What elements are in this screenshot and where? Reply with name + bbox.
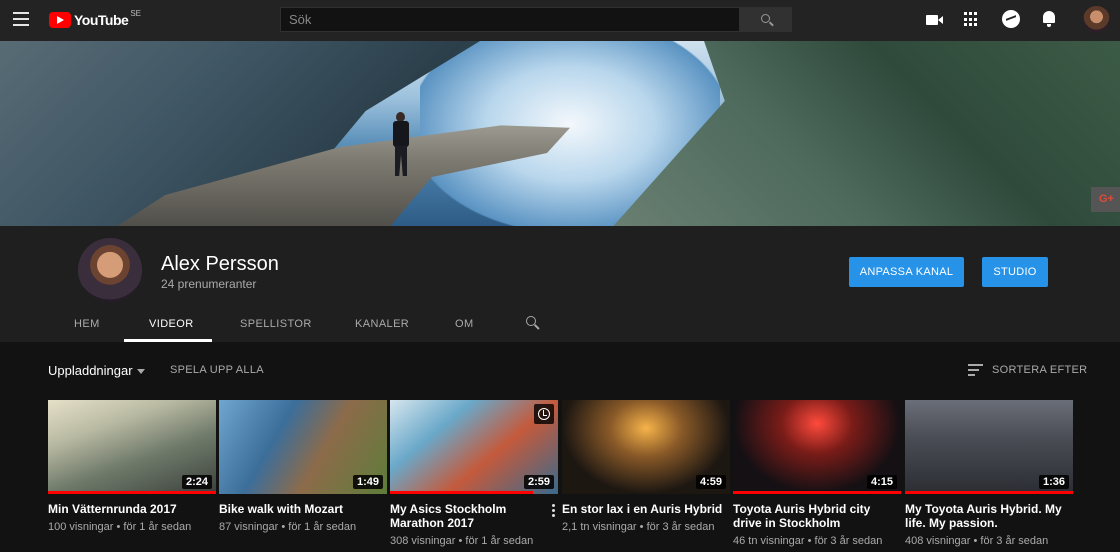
notifications-icon[interactable] xyxy=(1042,11,1056,27)
channel-search-icon[interactable] xyxy=(526,316,540,330)
logo-country: SE xyxy=(130,8,141,18)
video-meta: 308 visningar • för 1 år sedan xyxy=(390,535,534,547)
video-title[interactable]: Bike walk with Mozart xyxy=(219,502,387,516)
video-duration: 1:49 xyxy=(352,475,383,489)
search-input[interactable]: Sök xyxy=(280,7,740,32)
channel-avatar xyxy=(78,238,142,302)
tab-about[interactable]: OM xyxy=(455,318,474,330)
video-card[interactable]: 1:49 Bike walk with Mozart 87 visningar … xyxy=(219,400,387,533)
search-button[interactable] xyxy=(740,7,792,32)
messages-icon[interactable] xyxy=(1002,10,1020,28)
tab-playlists[interactable]: SPELLISTOR xyxy=(240,318,312,330)
watch-progress xyxy=(733,491,901,494)
video-title[interactable]: Min Vätternrunda 2017 xyxy=(48,502,216,516)
channel-header: Alex Persson 24 prenumeranter ANPASSA KA… xyxy=(0,226,1120,342)
video-card[interactable]: 2:59 My Asics Stockholm Marathon 2017 30… xyxy=(390,400,558,547)
watch-progress xyxy=(905,491,1073,494)
video-duration: 2:24 xyxy=(181,475,212,489)
chevron-down-icon[interactable] xyxy=(137,369,145,374)
studio-button[interactable]: STUDIO xyxy=(982,257,1048,287)
uploads-dropdown[interactable]: Uppladdningar xyxy=(48,363,133,378)
video-card[interactable]: 1:36 My Toyota Auris Hybrid. My life. My… xyxy=(905,400,1073,547)
video-thumbnail[interactable]: 4:59 xyxy=(562,400,730,494)
video-title[interactable]: My Toyota Auris Hybrid. My life. My pass… xyxy=(905,502,1073,530)
video-title[interactable]: Toyota Auris Hybrid city drive in Stockh… xyxy=(733,502,901,530)
video-duration: 4:15 xyxy=(866,475,897,489)
videos-section: Uppladdningar SPELA UPP ALLA SORTERA EFT… xyxy=(0,342,1120,552)
account-avatar[interactable] xyxy=(1083,6,1110,33)
menu-icon[interactable] xyxy=(13,12,29,26)
video-title[interactable]: My Asics Stockholm Marathon 2017 xyxy=(390,502,558,530)
video-card[interactable]: 4:59 En stor lax i en Auris Hybrid 2,1 t… xyxy=(562,400,730,533)
video-meta: 2,1 tn visningar • för 3 år sedan xyxy=(562,521,715,533)
youtube-logo[interactable]: YouTube SE xyxy=(49,8,141,29)
channel-name: Alex Persson xyxy=(161,253,279,275)
channel-banner xyxy=(0,41,1120,226)
apps-icon[interactable] xyxy=(964,12,979,27)
video-meta: 87 visningar • för 1 år sedan xyxy=(219,521,357,533)
video-duration: 1:36 xyxy=(1038,475,1069,489)
logo-text: YouTube xyxy=(74,12,129,28)
video-duration: 2:59 xyxy=(523,475,554,489)
video-meta: 100 visningar • för 1 år sedan xyxy=(48,521,192,533)
video-duration: 4:59 xyxy=(695,475,726,489)
subscriber-count: 24 prenumeranter xyxy=(161,277,257,291)
video-meta: 408 visningar • för 3 år sedan xyxy=(905,535,1049,547)
create-video-icon[interactable] xyxy=(925,10,945,30)
more-actions-icon[interactable] xyxy=(552,504,556,517)
tab-channels[interactable]: KANALER xyxy=(355,318,409,330)
google-plus-icon[interactable]: G+ xyxy=(1091,187,1120,212)
sort-button[interactable]: SORTERA EFTER xyxy=(992,364,1087,376)
watch-progress xyxy=(390,491,533,494)
video-thumbnail[interactable]: 1:49 xyxy=(219,400,387,494)
sort-icon[interactable] xyxy=(968,364,983,376)
banner-person xyxy=(390,112,412,182)
video-card[interactable]: 4:15 Toyota Auris Hybrid city drive in S… xyxy=(733,400,901,547)
video-meta: 46 tn visningar • för 3 år sedan xyxy=(733,535,883,547)
video-thumbnail[interactable]: 1:36 xyxy=(905,400,1073,494)
video-thumbnail[interactable]: 4:15 xyxy=(733,400,901,494)
customize-channel-button[interactable]: ANPASSA KANAL xyxy=(849,257,964,287)
masthead: YouTube SE Sök xyxy=(0,0,1120,41)
channel-tabs: HEM VIDEOR SPELLISTOR KANALER OM xyxy=(0,306,1120,342)
video-thumbnail[interactable]: 2:59 xyxy=(390,400,558,494)
watch-progress xyxy=(48,491,216,494)
watch-later-icon[interactable] xyxy=(534,404,554,424)
video-thumbnail[interactable]: 2:24 xyxy=(48,400,216,494)
video-title[interactable]: En stor lax i en Auris Hybrid xyxy=(562,502,730,516)
youtube-play-icon xyxy=(49,12,71,28)
play-all-button[interactable]: SPELA UPP ALLA xyxy=(170,364,264,376)
search-icon xyxy=(761,14,770,23)
video-card[interactable]: 2:24 Min Vätternrunda 2017 100 visningar… xyxy=(48,400,216,533)
tab-videos[interactable]: VIDEOR xyxy=(149,318,194,330)
tab-home[interactable]: HEM xyxy=(74,318,100,330)
